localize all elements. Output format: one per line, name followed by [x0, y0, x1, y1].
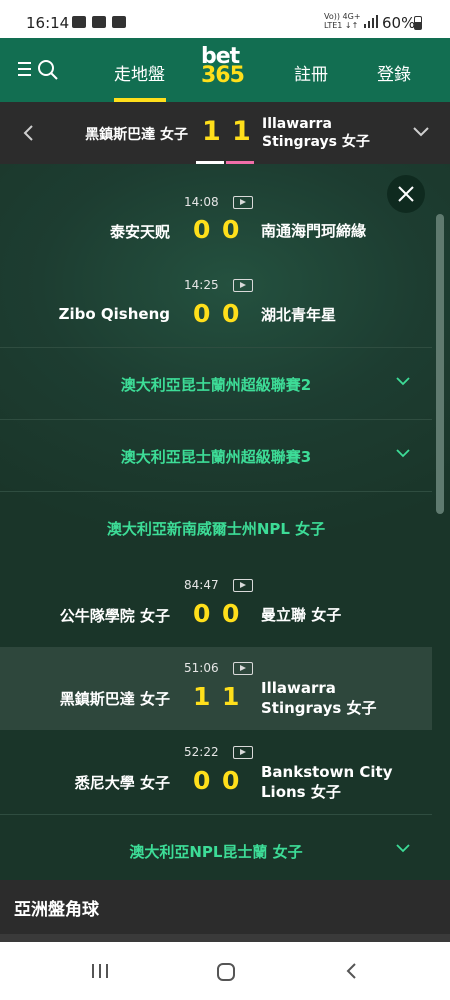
away-score: 0 — [222, 599, 240, 628]
home-team: 黑鎮斯巴達 女子 — [85, 127, 188, 143]
league-header[interactable]: 澳大利亞新南威爾士州NPL 女子 — [0, 492, 432, 562]
league-name: 澳大利亞新南威爾士州NPL 女子 — [106, 520, 326, 538]
league-name: 澳大利亞NPL昆士蘭 女子 — [129, 843, 303, 861]
match-row[interactable]: 14:08 泰安天贶 0 0 南通海門珂締緣 — [0, 184, 432, 264]
video-icon[interactable] — [233, 196, 253, 209]
app-icon — [92, 16, 106, 28]
match-time: 14:08 — [184, 195, 219, 209]
app-icon — [112, 16, 126, 28]
away-team: 南通海門珂締緣 — [261, 222, 367, 240]
away-team: Illawarra Stingrays 女子 — [262, 116, 370, 150]
chevron-down-icon — [396, 377, 410, 386]
match-time: 14:25 — [184, 278, 219, 292]
battery-level: 60% — [382, 14, 416, 32]
away-team: 湖北青年星 — [261, 306, 337, 324]
status-time: 16:14 — [26, 14, 70, 32]
home-team: 泰安天贶 — [109, 223, 170, 241]
league-name: 澳大利亞昆士蘭州超級聯賽3 — [120, 448, 312, 466]
market-section-header[interactable]: 亞洲盤角球 — [0, 880, 450, 934]
tab-in-play[interactable]: 走地盤 — [114, 60, 165, 85]
chevron-down-icon — [396, 449, 410, 458]
away-score: 0 — [222, 766, 240, 795]
home-team: 悉尼大學 女子 — [74, 774, 170, 792]
home-score: 1 — [193, 682, 211, 711]
match-time: 52:22 — [184, 745, 219, 759]
market-title: 亞洲盤角球 — [14, 900, 99, 920]
match-list-panel: 14:08 泰安天贶 0 0 南通海門珂締緣 14:25 Zibo Qishen… — [0, 164, 450, 880]
bet365-logo[interactable]: bet 365 — [201, 46, 245, 87]
away-score: 0 — [222, 215, 240, 244]
home-score: 0 — [193, 215, 211, 244]
scrollbar[interactable] — [436, 214, 444, 514]
home-icon[interactable] — [216, 962, 236, 982]
home-team: 公牛隊學院 女子 — [59, 607, 170, 625]
home-score: 1 — [202, 116, 221, 147]
league-name: 澳大利亞昆士蘭州超級聯賽2 — [120, 376, 312, 394]
chevron-down-icon[interactable] — [412, 126, 430, 138]
away-team: 曼立聯 女子 — [261, 606, 342, 624]
chevron-down-icon — [396, 844, 410, 853]
top-nav: 走地盤 bet 365 註冊 登錄 — [0, 38, 450, 102]
signal-icon — [364, 15, 378, 28]
notification-icons — [72, 16, 126, 28]
league-header[interactable]: 澳大利亞昆士蘭州超級聯賽2 — [0, 348, 432, 418]
home-score: 0 — [193, 766, 211, 795]
recent-apps-icon[interactable] — [91, 962, 109, 980]
home-score: 0 — [193, 599, 211, 628]
system-nav-bar — [0, 942, 450, 1000]
youtube-icon — [72, 16, 86, 28]
league-header[interactable]: 澳大利亞NPL昆士蘭 女子 — [0, 815, 432, 880]
away-score: 0 — [222, 299, 240, 328]
home-team: Zibo Qisheng — [58, 305, 170, 323]
away-score: 1 — [232, 116, 251, 147]
battery-icon — [414, 16, 422, 30]
match-row[interactable]: 84:47 公牛隊學院 女子 0 0 曼立聯 女子 — [0, 568, 432, 646]
home-team: 黑鎮斯巴達 女子 — [59, 690, 170, 708]
match-header: 黑鎮斯巴達 女子 1 1 Illawarra Stingrays 女子 — [0, 102, 450, 164]
match-time: 51:06 — [184, 661, 219, 675]
menu-search-icon[interactable] — [18, 58, 60, 80]
league-header[interactable]: 澳大利亞昆士蘭州超級聯賽3 — [0, 420, 432, 490]
chevron-left-icon[interactable] — [22, 124, 34, 142]
status-bar: 16:14 Vo)) 4G+ LTE1 ↓↑ 60% — [0, 0, 450, 38]
video-icon[interactable] — [233, 662, 253, 675]
back-icon[interactable] — [345, 962, 357, 980]
video-icon[interactable] — [233, 746, 253, 759]
match-row[interactable]: 52:22 悉尼大學 女子 0 0 Bankstown City Lions 女… — [0, 731, 432, 813]
away-score: 1 — [222, 682, 240, 711]
market-section-strip — [0, 934, 450, 942]
match-time: 84:47 — [184, 578, 219, 592]
video-icon[interactable] — [233, 579, 253, 592]
network-indicator: Vo)) 4G+ LTE1 ↓↑ — [324, 12, 361, 30]
register-button[interactable]: 註冊 — [294, 60, 328, 85]
home-score: 0 — [193, 299, 211, 328]
login-button[interactable]: 登錄 — [377, 60, 411, 85]
match-row[interactable]: 14:25 Zibo Qisheng 0 0 湖北青年星 — [0, 266, 432, 346]
away-team: Illawarra Stingrays 女子 — [261, 679, 377, 717]
video-icon[interactable] — [233, 279, 253, 292]
away-team: Bankstown City Lions 女子 — [261, 763, 393, 801]
match-row-selected[interactable]: 51:06 黑鎮斯巴達 女子 1 1 Illawarra Stingrays 女… — [0, 647, 432, 730]
